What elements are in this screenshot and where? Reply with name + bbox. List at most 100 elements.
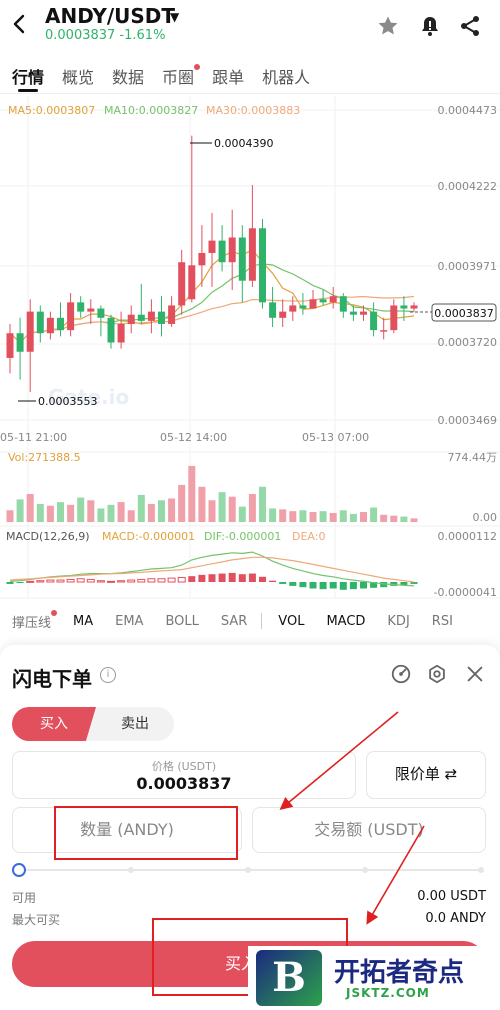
volume-bar — [360, 512, 367, 522]
candle-body — [158, 311, 165, 324]
notification-dot — [51, 609, 58, 616]
macd-bar — [147, 578, 156, 583]
volume-bar — [127, 510, 135, 522]
price-field[interactable]: 价格 (USDT) 0.0003837 — [12, 751, 356, 799]
macd-value: MACD:-0.000001 — [102, 530, 195, 543]
macd-bar — [248, 573, 256, 582]
volume-bar — [67, 504, 75, 522]
macd-bar — [259, 576, 266, 582]
tab-market[interactable]: 行情 — [12, 58, 44, 92]
star-icon[interactable] — [376, 14, 400, 38]
macd-bar — [349, 582, 357, 590]
back-arrow-icon[interactable] — [8, 12, 32, 36]
caret-down-icon[interactable]: ▼ — [170, 10, 179, 24]
volume-bar — [6, 510, 14, 522]
volume-bar — [188, 465, 196, 522]
kline-chart[interactable]: MA5:0.0003807 MA10:0.0003827 MA30:0.0003… — [0, 96, 500, 606]
macd-bar — [76, 578, 85, 583]
candle-body — [390, 305, 398, 331]
last-price-label: 0.0003837 — [434, 307, 494, 320]
slider-knob[interactable] — [12, 863, 26, 877]
sheet-title: 闪电下单 — [12, 667, 92, 691]
macd-bar — [137, 578, 146, 583]
candle-body — [349, 311, 357, 315]
volume-bar — [26, 493, 34, 522]
indicator-ema[interactable]: EMA — [115, 614, 143, 629]
volume-bar — [279, 509, 287, 522]
settings-icon[interactable] — [426, 663, 448, 685]
candle-body — [228, 237, 236, 263]
volume-bar — [370, 507, 378, 522]
indicator-support-resistance[interactable]: 撑压线 — [12, 609, 58, 631]
tab-copy-trading[interactable]: 跟单 — [212, 58, 244, 92]
tab-overview[interactable]: 概览 — [62, 58, 94, 92]
macd-bar — [16, 582, 24, 583]
quantity-slider[interactable] — [12, 863, 486, 877]
candle-body — [339, 296, 347, 312]
volume-bar — [248, 493, 256, 522]
candle-body — [107, 317, 115, 343]
pair-title[interactable]: ANDY/USDT — [45, 4, 175, 28]
buy-tab[interactable]: 买入 — [12, 707, 96, 741]
bell-alert-icon[interactable] — [418, 14, 442, 38]
main-tabs: 行情 概览 数据 币圈 跟单 机器人 — [0, 58, 500, 92]
price-value: 0.0003837 — [136, 774, 232, 793]
volume-bar — [178, 484, 186, 522]
candle-body — [87, 308, 95, 312]
volume-bar — [309, 512, 317, 522]
candle-body — [188, 265, 196, 300]
tab-data[interactable]: 数据 — [112, 58, 144, 92]
tab-bots[interactable]: 机器人 — [262, 58, 310, 92]
candle-body — [46, 317, 54, 334]
divider — [261, 613, 263, 629]
volume-bar — [238, 506, 246, 522]
candle-body — [238, 237, 246, 281]
sell-tab[interactable]: 卖出 — [96, 707, 174, 741]
macd-bar — [218, 573, 226, 582]
indicator-kdj[interactable]: KDJ — [387, 614, 409, 629]
indicator-vol[interactable]: VOL — [278, 614, 304, 629]
macd-bar — [309, 582, 317, 589]
vol-label: Vol:271388.5 — [8, 451, 81, 464]
candle-body — [26, 311, 34, 352]
indicator-macd[interactable]: MACD — [326, 614, 365, 629]
info-icon[interactable]: i — [100, 667, 116, 683]
chart-grid — [0, 96, 500, 599]
volume-bar — [380, 514, 388, 522]
indicator-ma[interactable]: MA — [73, 614, 93, 629]
y-tick: 0.0004473 — [438, 104, 498, 117]
macd-bar — [238, 574, 246, 582]
indicator-row: 撑压线 MA EMA BOLL SAR VOL MACD KDJ RSI — [0, 606, 500, 636]
slider-tick — [362, 867, 368, 873]
volume-bar — [289, 511, 297, 522]
price-label: 价格 (USDT) — [151, 760, 217, 773]
vol-zero-tick: 0.00 — [473, 511, 498, 524]
macd-bar — [56, 579, 65, 583]
volume-bar — [117, 502, 125, 522]
indicator-boll[interactable]: BOLL — [165, 614, 198, 629]
order-type-select[interactable]: 限价单 ⇄ — [366, 751, 486, 799]
tab-coin-circle[interactable]: 币圈 — [162, 58, 201, 92]
speed-icon[interactable] — [390, 663, 412, 685]
macd-bar — [46, 579, 55, 583]
macd-bar — [157, 578, 166, 583]
vol-max-tick: 774.44万 — [448, 451, 498, 464]
volume-bar — [349, 513, 357, 522]
amount-input[interactable]: 交易额 (USDT) — [252, 807, 486, 853]
volume-bar — [46, 505, 54, 522]
volume-bar — [259, 486, 266, 522]
candle-body — [269, 302, 277, 318]
y-tick: 0.0004222 — [438, 180, 498, 193]
macd-bar — [86, 578, 95, 583]
volume-bar — [87, 500, 95, 522]
macd-label: MACD(12,26,9) — [6, 530, 90, 543]
indicator-sar[interactable]: SAR — [221, 614, 247, 629]
slider-tick — [245, 867, 251, 873]
volume-bar — [168, 498, 176, 522]
close-icon[interactable] — [464, 663, 486, 685]
share-icon[interactable] — [458, 14, 482, 38]
x-tick: 05-13 07:00 — [302, 431, 369, 444]
y-tick: 0.0003469 — [438, 414, 498, 427]
indicator-rsi[interactable]: RSI — [432, 614, 453, 629]
candle-body — [117, 323, 125, 343]
